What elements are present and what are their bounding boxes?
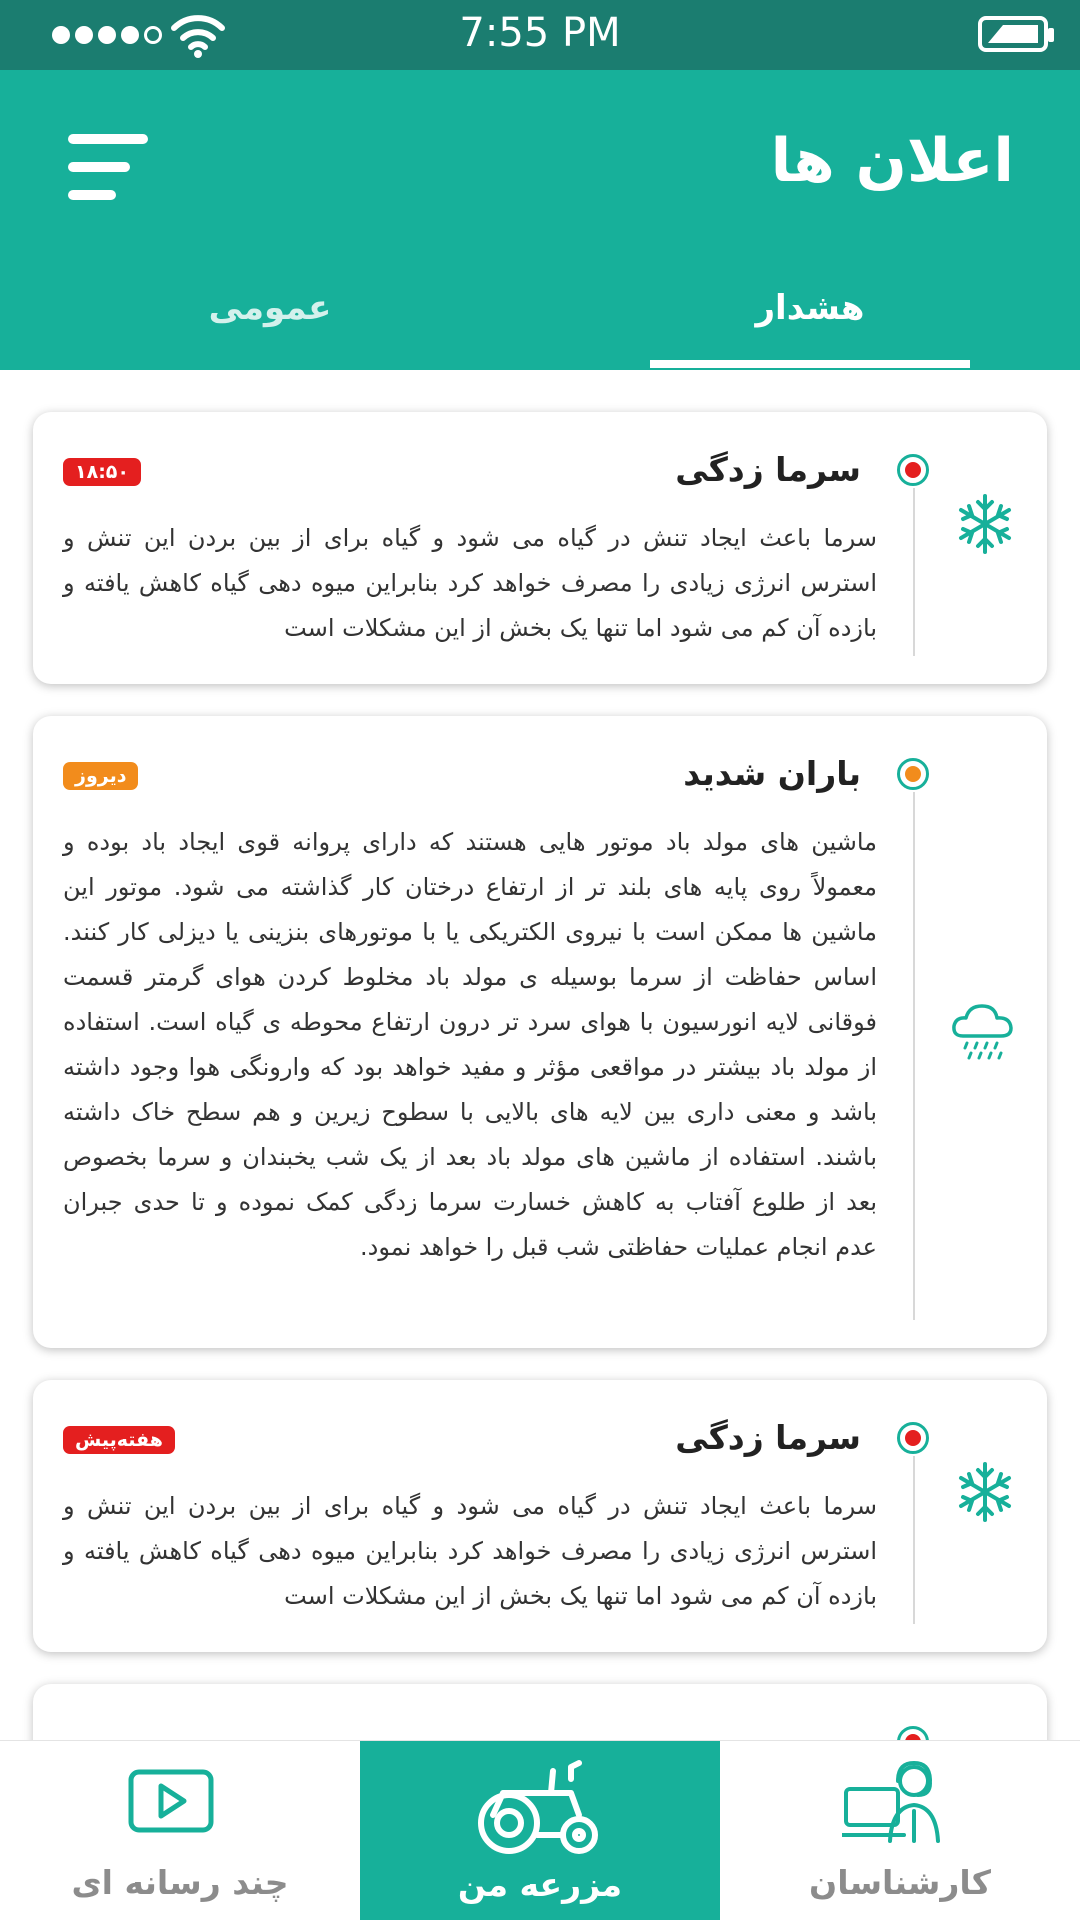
tab-alerts[interactable]: هشدار [650, 288, 970, 328]
app-header: اعلان ها هشدار عمومی [0, 70, 1080, 370]
time-badge: هفته‌پیش [63, 1426, 175, 1454]
notification-body: ماشین های مولد باد موتور هایی هستند که د… [63, 828, 877, 1261]
page-title: اعلان ها [770, 126, 1014, 196]
timeline-line [913, 488, 915, 656]
status-bar: 7:55 PM [0, 0, 1080, 70]
video-play-icon [128, 1769, 214, 1833]
notification-card[interactable]: باران شدید دیروز ماشین های مولد باد موتو… [33, 716, 1047, 1348]
status-time: 7:55 PM [459, 10, 621, 56]
expert-headset-icon [842, 1761, 940, 1843]
snowflake-icon [959, 1462, 1011, 1522]
nav-label: چند رسانه ای [71, 1863, 289, 1902]
notification-body: سرما باعث ایجاد تنش در گیاه می شود و گیا… [63, 524, 877, 642]
notification-title: سرما زدگی [675, 1418, 861, 1457]
active-tab-indicator [650, 360, 970, 368]
notification-card[interactable]: سرما زدگی هفته‌پیش سرما باعث ایجاد تنش د… [33, 1380, 1047, 1652]
bottom-navigation: چند رسانه ای مزرعه من کارشناسان [0, 1740, 1080, 1920]
hamburger-menu-icon[interactable] [68, 134, 150, 200]
nav-my-farm[interactable]: مزرعه من [360, 1741, 720, 1920]
notification-title: باران شدید [683, 754, 861, 793]
notification-card[interactable] [33, 1684, 1047, 1740]
notification-list[interactable]: سرما زدگی ۱۸:۵۰ سرما باعث ایجاد تنش در گ… [0, 370, 1080, 1740]
notification-card[interactable]: سرما زدگی ۱۸:۵۰ سرما باعث ایجاد تنش در گ… [33, 412, 1047, 684]
nav-experts[interactable]: کارشناسان [720, 1741, 1080, 1920]
rain-cloud-icon [952, 1004, 1013, 1060]
status-dot [897, 454, 929, 486]
snowflake-icon [959, 494, 1011, 554]
battery-icon [978, 16, 1054, 52]
tractor-icon [478, 1760, 598, 1854]
tab-general[interactable]: عمومی [110, 288, 430, 328]
notification-body: سرما باعث ایجاد تنش در گیاه می شود و گیا… [63, 1492, 877, 1610]
nav-multimedia[interactable]: چند رسانه ای [0, 1741, 360, 1920]
timeline-line [913, 1456, 915, 1624]
time-badge: ۱۸:۵۰ [63, 458, 141, 486]
timeline-line [913, 792, 915, 1320]
status-dot [897, 1726, 929, 1740]
nav-label: مزرعه من [457, 1865, 623, 1904]
status-dot [897, 758, 929, 790]
status-dot [897, 1422, 929, 1454]
time-badge: دیروز [63, 762, 139, 790]
notification-title: سرما زدگی [675, 450, 861, 489]
nav-label: کارشناسان [809, 1863, 991, 1902]
